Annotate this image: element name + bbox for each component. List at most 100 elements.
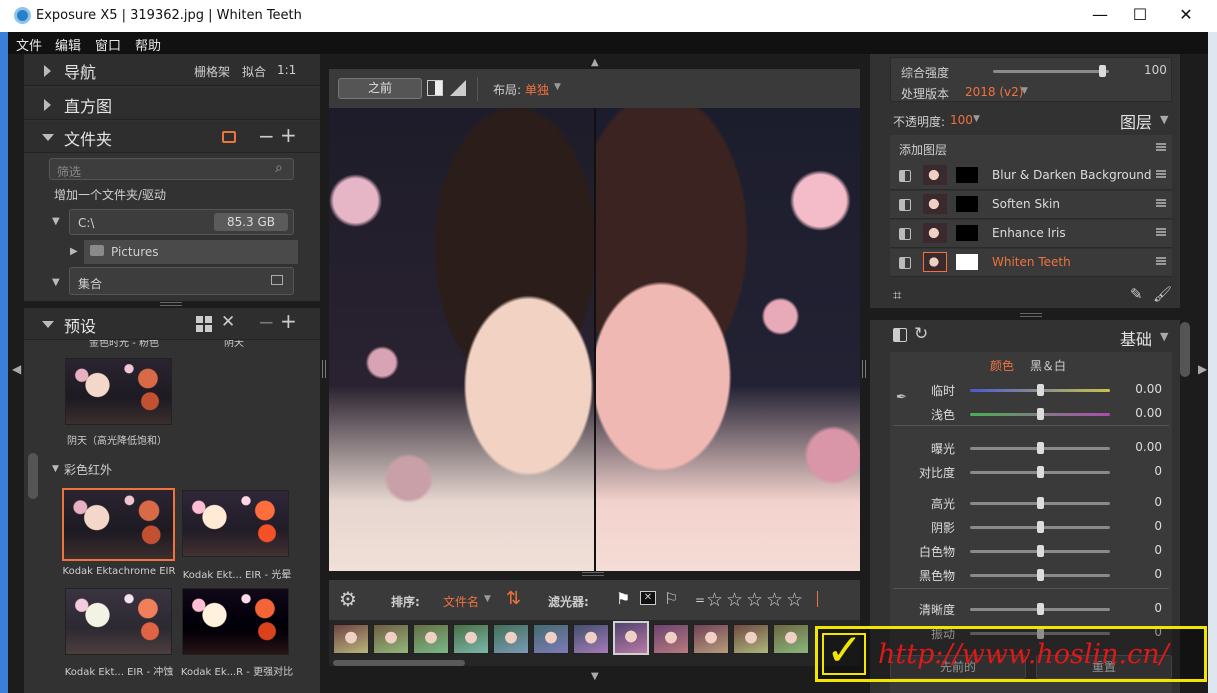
add-preset-icon[interactable]: + (280, 309, 297, 333)
collapse-bottom-icon[interactable]: ▼ (591, 671, 599, 682)
menu-file[interactable]: 文件 (16, 35, 42, 54)
right-scrollbar[interactable] (1180, 322, 1190, 377)
layer-mask-icon[interactable] (956, 225, 978, 241)
slider-knob[interactable] (1037, 603, 1044, 615)
folder-filter-input[interactable]: 筛选 ⌕ (49, 158, 294, 180)
left-splitter-icon[interactable] (322, 360, 326, 378)
navigate-section[interactable]: 导航 栅格架 拟合 1:1 (24, 54, 320, 86)
slider-knob[interactable] (1037, 521, 1044, 533)
layout-dropdown[interactable]: 单独 (525, 81, 549, 98)
nav-fit-button[interactable]: 拟合 (242, 63, 266, 80)
collapse-left-icon[interactable]: ◀ (12, 362, 21, 376)
preset-thumb[interactable] (182, 490, 289, 557)
preset-thumb[interactable] (182, 588, 289, 655)
gear-icon[interactable]: ⚙ (339, 587, 357, 611)
filmstrip-scrollbar[interactable] (333, 660, 465, 666)
pictures-expand-icon[interactable]: ▶ (70, 246, 78, 257)
layer-visibility-icon[interactable] (899, 228, 911, 240)
add-folder-icon[interactable] (222, 131, 236, 143)
resize-handle-icon[interactable] (160, 302, 182, 306)
layer-thumbnail[interactable] (923, 165, 947, 185)
paint-brush-icon[interactable]: 🖌 (1153, 285, 1172, 303)
flag-icon[interactable]: ⚑ (616, 589, 630, 608)
diagonal-split-icon[interactable] (450, 80, 466, 96)
star-icon[interactable]: ☆ (766, 589, 783, 611)
layer-visibility-icon[interactable] (899, 199, 911, 211)
menu-icon[interactable] (1156, 143, 1166, 151)
collapse-right-icon[interactable]: ▶ (1198, 362, 1207, 376)
collapse-all-icon[interactable]: ✕ (221, 312, 235, 332)
drive-expand-icon[interactable]: ▼ (52, 216, 60, 227)
menu-help[interactable]: 帮助 (135, 35, 161, 54)
preset-thumb-selected[interactable] (62, 488, 175, 561)
slider-knob[interactable] (1037, 497, 1044, 509)
drive-c-row[interactable]: C:\ 85.3 GB (69, 209, 294, 235)
layer-thumbnail[interactable] (923, 194, 947, 214)
reject-flag-icon[interactable]: ✕ (640, 591, 656, 605)
overall-slider[interactable] (993, 70, 1109, 73)
reset-icon[interactable]: ↻ (914, 324, 928, 344)
menu-icon[interactable] (1156, 257, 1166, 265)
split-line[interactable] (594, 108, 596, 571)
group-expand-icon[interactable]: ▼ (52, 464, 59, 474)
opacity-dropdown[interactable]: 100 (950, 113, 973, 127)
pictures-folder-row[interactable]: Pictures (84, 240, 298, 264)
collapse-top-icon[interactable]: ▲ (591, 57, 599, 68)
filmstrip-thumb[interactable] (493, 624, 529, 654)
sort-dropdown[interactable]: 文件名 (443, 593, 479, 610)
split-view-icon[interactable] (427, 80, 443, 96)
filmstrip-thumb[interactable] (573, 624, 609, 654)
layer-row[interactable]: Whiten Teeth (890, 249, 1172, 277)
layer-mask-icon[interactable] (956, 254, 978, 270)
nav-1to1-button[interactable]: 1:1 (277, 63, 296, 77)
layer-row[interactable]: Blur & Darken Background (890, 162, 1172, 190)
collections-icon[interactable] (271, 275, 283, 285)
slider-knob[interactable] (1037, 384, 1044, 396)
add-layer-row[interactable]: 添加图层 (890, 135, 1172, 163)
before-button[interactable]: 之前 (338, 78, 422, 99)
remove-icon[interactable]: − (258, 124, 275, 148)
menu-icon[interactable] (1156, 228, 1166, 236)
add-icon[interactable]: + (280, 123, 297, 147)
filmstrip-thumb[interactable] (533, 624, 569, 654)
folders-section[interactable]: 文件夹 − + (24, 121, 320, 153)
layer-row[interactable]: Enhance Iris (890, 220, 1172, 248)
nav-grid-button[interactable]: 栅格架 (194, 63, 230, 80)
collections-expand-icon[interactable]: ▼ (52, 277, 60, 288)
layer-mask-icon[interactable] (956, 196, 978, 212)
chevron-down-icon[interactable]: ▼ (484, 594, 491, 604)
unflag-icon[interactable]: ⚐ (664, 589, 678, 608)
slider-knob[interactable] (1037, 569, 1044, 581)
slider-knob[interactable] (1037, 442, 1044, 454)
main-photo[interactable] (329, 108, 860, 571)
filmstrip-thumb[interactable] (653, 624, 689, 654)
preset-thumb-cloudy[interactable] (65, 358, 172, 425)
star-icon[interactable]: ☆ (746, 589, 763, 611)
menu-window[interactable]: 窗口 (95, 35, 121, 54)
filmstrip-thumb[interactable] (373, 624, 409, 654)
resize-handle-icon[interactable] (582, 572, 604, 576)
slider-knob[interactable] (1037, 545, 1044, 557)
preset-thumb[interactable] (65, 588, 172, 655)
add-folder-drive-link[interactable]: 增加一个文件夹/驱动 (54, 186, 166, 203)
grid-view-icon[interactable] (196, 316, 212, 332)
layer-thumbnail[interactable] (923, 252, 947, 272)
slider-knob[interactable] (1037, 408, 1044, 420)
overall-slider-knob[interactable] (1099, 65, 1107, 77)
layer-visibility-icon[interactable] (899, 170, 911, 182)
menu-icon[interactable] (1156, 199, 1166, 207)
presets-section[interactable]: 预设 ✕ − + (24, 308, 320, 340)
filmstrip-thumb[interactable] (613, 621, 649, 655)
maximize-button[interactable]: ☐ (1117, 0, 1163, 32)
layer-thumbnail[interactable] (923, 223, 947, 243)
slider-knob[interactable] (1037, 466, 1044, 478)
histogram-section[interactable]: 直方图 (24, 88, 320, 120)
brush-icon[interactable]: ✎ (1130, 285, 1143, 303)
process-dropdown[interactable]: 2018 (v2) (965, 85, 1023, 99)
filmstrip-thumb[interactable] (413, 624, 449, 654)
filmstrip-thumb[interactable] (693, 624, 729, 654)
star-icon[interactable]: ☆ (706, 589, 723, 611)
presets-scrollbar[interactable] (28, 453, 38, 499)
before-after-toggle-icon[interactable] (893, 328, 907, 342)
chevron-down-icon[interactable]: ▼ (1160, 113, 1168, 126)
